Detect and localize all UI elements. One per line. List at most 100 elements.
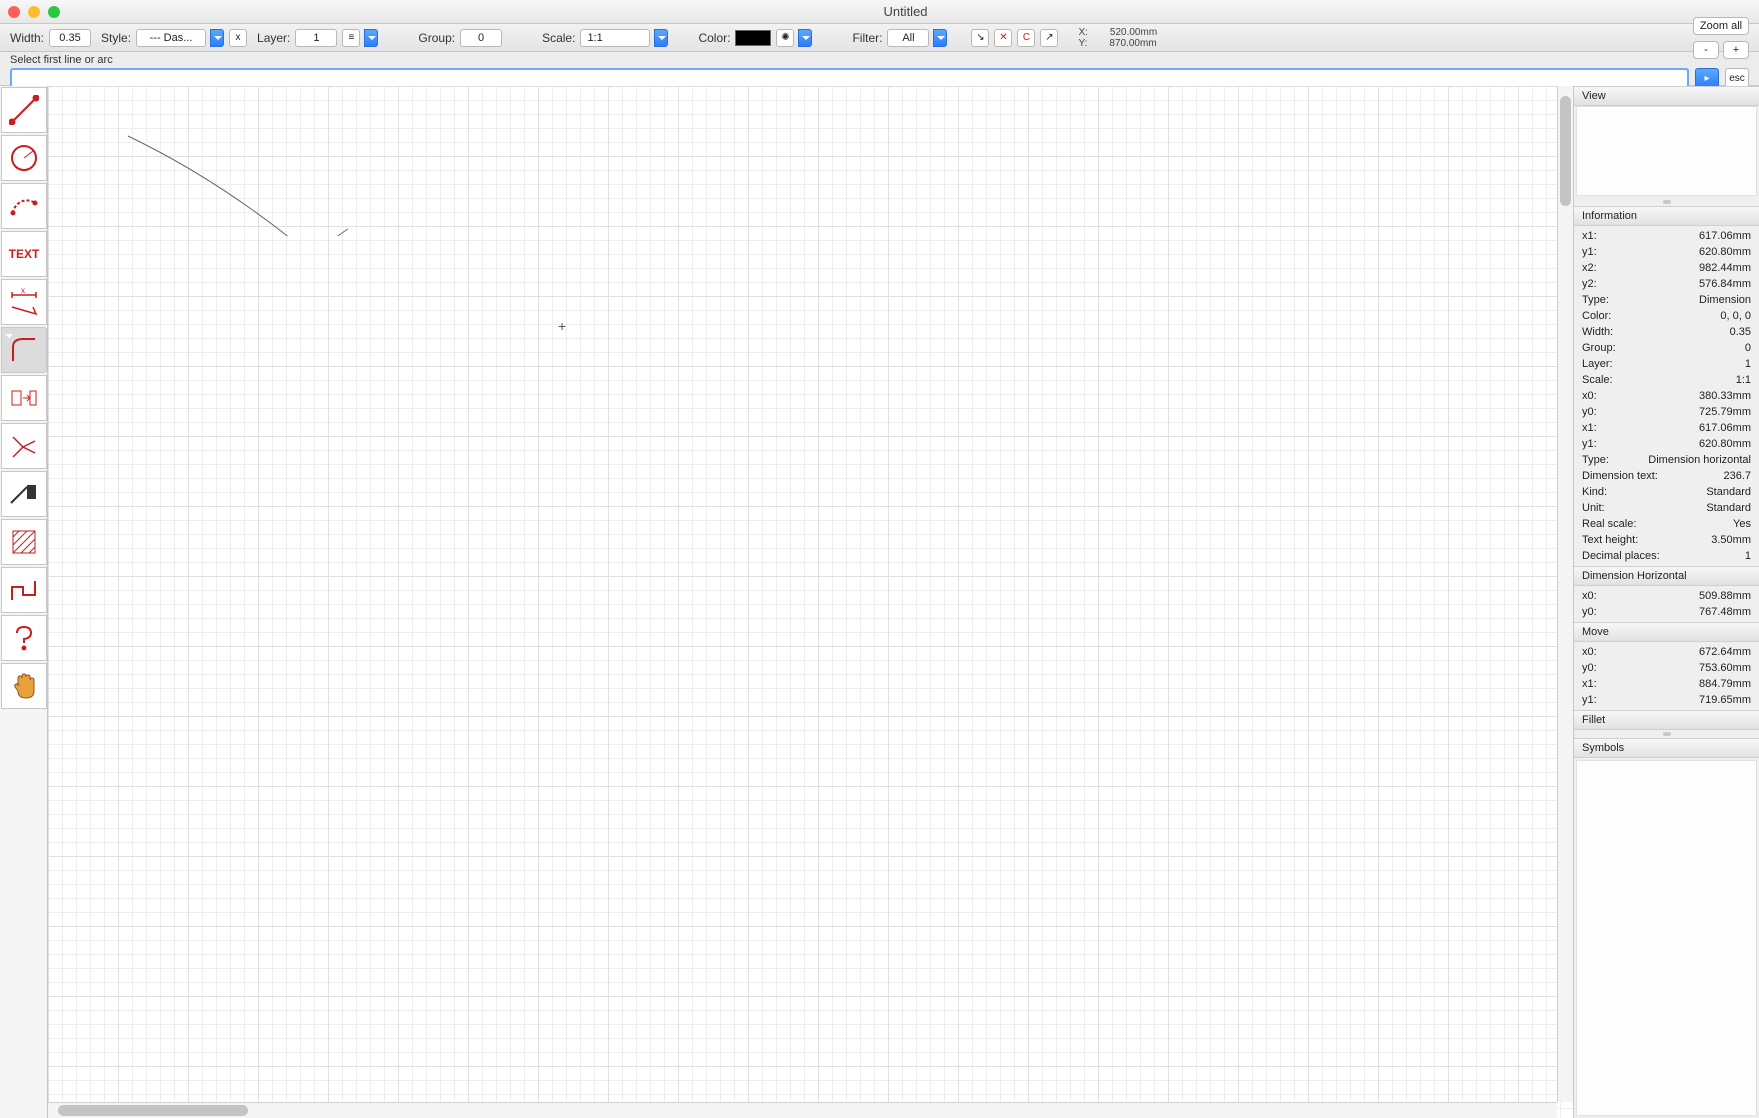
coord-x-value: 520.00mm — [1110, 27, 1157, 38]
group-label: Group: — [418, 31, 455, 45]
chevron-down-icon[interactable] — [654, 29, 668, 47]
gear-icon[interactable]: ✺ — [776, 29, 794, 47]
info-type2: Dimension horizontal — [1648, 453, 1751, 467]
prompt-text: Select first line or arc — [10, 54, 1749, 66]
style-label: Style: — [101, 31, 131, 45]
horizontal-scrollbar[interactable] — [48, 1102, 1557, 1118]
scale-label: Scale: — [542, 31, 575, 45]
coordinates-readout: X:520.00mm Y:870.00mm — [1078, 27, 1157, 49]
style-select[interactable]: --- Das... — [136, 29, 206, 47]
trim-tool[interactable] — [1, 423, 47, 469]
info-decimals: 1 — [1745, 549, 1751, 563]
info-x1b: 617.06mm — [1699, 421, 1751, 435]
toolbar: Width: 0.35 Style: --- Das... x Layer: 1… — [0, 24, 1759, 52]
layer-label: Layer: — [257, 31, 290, 45]
fillet-tool[interactable] — [1, 327, 47, 373]
dimension-tool[interactable]: x — [1, 279, 47, 325]
command-submit-button[interactable]: ▸ — [1695, 68, 1719, 88]
window-title: Untitled — [60, 4, 1751, 19]
text-tool[interactable]: TEXT — [1, 231, 47, 277]
arc-tool[interactable] — [1, 183, 47, 229]
move-y0: 753.60mm — [1699, 661, 1751, 675]
info-scale: 1:1 — [1736, 373, 1751, 387]
help-tool[interactable] — [1, 615, 47, 661]
information-panel-title[interactable]: Information — [1574, 206, 1759, 226]
info-y1: 620.80mm — [1699, 245, 1751, 259]
hatch-tool[interactable] — [1, 519, 47, 565]
info-y2: 576.84mm — [1699, 277, 1751, 291]
drawing-content — [48, 86, 348, 236]
line-tool[interactable] — [1, 87, 47, 133]
chevron-down-icon[interactable] — [210, 29, 224, 47]
info-type: Dimension — [1699, 293, 1751, 307]
canvas[interactable]: + — [48, 86, 1573, 1118]
move-x1: 884.79mm — [1699, 677, 1751, 691]
close-icon[interactable] — [8, 6, 20, 18]
move-panel-title[interactable]: Move — [1574, 622, 1759, 642]
info-dimtext: 236.7 — [1723, 469, 1751, 483]
dimh-panel-body: x0:509.88mm y0:767.48mm — [1574, 586, 1759, 622]
zoom-all-button[interactable]: Zoom all — [1693, 17, 1749, 35]
info-x2: 982.44mm — [1699, 261, 1751, 275]
snap-x-icon[interactable]: ✕ — [994, 29, 1012, 47]
esc-button[interactable]: esc — [1725, 68, 1749, 88]
chevron-down-icon[interactable] — [933, 29, 947, 47]
mirror-tool[interactable] — [1, 375, 47, 421]
window-controls — [8, 6, 60, 18]
minimize-icon[interactable] — [28, 6, 40, 18]
info-color: 0, 0, 0 — [1720, 309, 1751, 323]
pan-tool[interactable] — [1, 663, 47, 709]
major-grid — [48, 86, 1573, 1118]
chevron-down-icon[interactable] — [798, 29, 812, 47]
scrollbar-thumb[interactable] — [1560, 96, 1571, 206]
width-label: Width: — [10, 31, 44, 45]
tool-palette: TEXT x — [0, 86, 48, 1118]
info-x0: 380.33mm — [1699, 389, 1751, 403]
info-realscale: Yes — [1733, 517, 1751, 531]
dimh-panel-title[interactable]: Dimension Horizontal — [1574, 566, 1759, 586]
polyline-tool[interactable] — [1, 567, 47, 613]
color-label: Color: — [698, 31, 730, 45]
panel-resize-handle[interactable] — [1574, 198, 1759, 206]
info-textheight: 3.50mm — [1711, 533, 1751, 547]
dimh-y0: 767.48mm — [1699, 605, 1751, 619]
chevron-down-icon[interactable] — [364, 29, 378, 47]
info-y0: 725.79mm — [1699, 405, 1751, 419]
command-row: Select first line or arc ▸ esc — [0, 52, 1759, 86]
info-layer: 1 — [1745, 357, 1751, 371]
scrollbar-thumb[interactable] — [58, 1105, 248, 1116]
snap-endpoint-icon[interactable]: ↘ — [971, 29, 989, 47]
move-panel-body: x0:672.64mm y0:753.60mm x1:884.79mm y1:7… — [1574, 642, 1759, 710]
layer-input[interactable]: 1 — [295, 29, 337, 47]
dimh-x0: 509.88mm — [1699, 589, 1751, 603]
coord-y-label: Y: — [1078, 38, 1087, 49]
command-input[interactable] — [10, 68, 1689, 88]
vertical-scrollbar[interactable] — [1557, 86, 1573, 1102]
snap-arrow-icon[interactable]: ↗ — [1040, 29, 1058, 47]
fillet-panel-title[interactable]: Fillet — [1574, 710, 1759, 730]
move-y1: 719.65mm — [1699, 693, 1751, 707]
coord-x-label: X: — [1078, 27, 1087, 38]
width-input[interactable]: 0.35 — [49, 29, 91, 47]
layer-list-icon[interactable]: ≡ — [342, 29, 360, 47]
style-clear-button[interactable]: x — [229, 29, 247, 47]
info-kind: Standard — [1706, 485, 1751, 499]
crosshair-cursor-icon: + — [558, 318, 566, 334]
circle-tool[interactable] — [1, 135, 47, 181]
zoom-icon[interactable] — [48, 6, 60, 18]
svg-text:x: x — [21, 287, 25, 295]
view-panel-title[interactable]: View — [1574, 86, 1759, 106]
snap-center-icon[interactable]: C — [1017, 29, 1035, 47]
panel-resize-handle[interactable] — [1574, 730, 1759, 738]
info-unit: Standard — [1706, 501, 1751, 515]
group-input[interactable]: 0 — [460, 29, 502, 47]
scale-select[interactable]: 1:1 — [580, 29, 650, 47]
filter-select[interactable]: All — [887, 29, 929, 47]
info-group: 0 — [1745, 341, 1751, 355]
info-width: 0.35 — [1730, 325, 1751, 339]
info-x1: 617.06mm — [1699, 229, 1751, 243]
delete-tool[interactable] — [1, 471, 47, 517]
color-swatch[interactable] — [735, 30, 771, 46]
symbols-panel-title[interactable]: Symbols — [1574, 738, 1759, 758]
view-panel-body — [1576, 106, 1757, 196]
